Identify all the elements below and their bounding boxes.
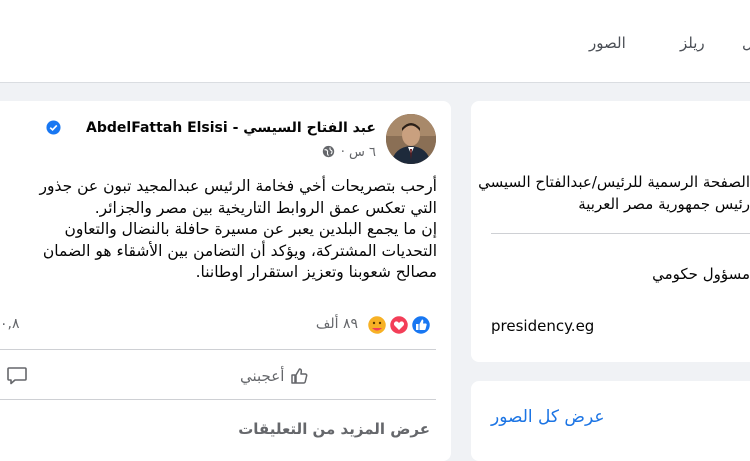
- post-text-line: التي تعكس عمق الروابط التاريخية بين مصر …: [94, 198, 437, 217]
- share-count[interactable]: ٠,٨: [0, 316, 20, 332]
- verified-badge-icon: [46, 120, 61, 135]
- tab-reels[interactable]: ريلز: [680, 34, 705, 52]
- love-reaction-icon: [388, 314, 410, 336]
- intro-bio-line: رئيس جمهورية مصر العربية: [578, 195, 750, 213]
- post-text-line: إن ما يجمع البلدين يعبر عن مسيرة حافلة ب…: [64, 220, 438, 238]
- page-category: مسؤول حكومي: [652, 265, 750, 283]
- post-text-line: التحديات المشتركة، ويؤكد أن التضامن بين …: [42, 241, 437, 260]
- comment-icon[interactable]: [6, 364, 28, 386]
- thumbs-up-icon: [291, 368, 308, 384]
- reaction-count[interactable]: ٨٩ ألف: [316, 316, 358, 332]
- post-author-name[interactable]: AbdelFattah Elsisi - عبد الفتاح السيسي: [86, 120, 376, 136]
- care-reaction-icon: [366, 314, 388, 336]
- see-all-photos-link[interactable]: عرض كل الصور: [491, 407, 605, 427]
- intro-bio-line: الصفحة الرسمية للرئيس/عبدالفتاح السيسي: [478, 173, 750, 191]
- like-reaction-icon: [410, 314, 432, 336]
- avatar-image: [386, 114, 436, 164]
- divider: [491, 233, 750, 234]
- reaction-icons[interactable]: [366, 314, 436, 336]
- divider: [0, 399, 436, 400]
- post-text-line: مصالح شعوبنا وتعزيز استقرار اوطاننا.: [195, 263, 437, 281]
- post-time[interactable]: ٦ س ·: [341, 145, 376, 160]
- profile-tab-bar: الصور ريلز ال: [0, 0, 750, 83]
- divider: [0, 349, 436, 350]
- post-text-line: أرحب بتصريحات أخي فخامة الرئيس عبدالمجيد…: [39, 177, 437, 195]
- post-meta: ٦ س ·: [320, 145, 376, 160]
- tab-photos[interactable]: الصور: [589, 34, 626, 52]
- tab-more[interactable]: ال: [742, 34, 750, 52]
- globe-icon: [322, 145, 334, 158]
- avatar[interactable]: [386, 114, 436, 164]
- website-link[interactable]: presidency.eg: [491, 317, 594, 335]
- post-body: أرحب بتصريحات أخي فخامة الرئيس عبدالمجيد…: [0, 176, 437, 284]
- like-button[interactable]: أعجبني: [240, 363, 310, 389]
- view-more-comments-link[interactable]: عرض المزيد من التعليقات: [238, 420, 430, 438]
- like-button-label: أعجبني: [240, 367, 285, 385]
